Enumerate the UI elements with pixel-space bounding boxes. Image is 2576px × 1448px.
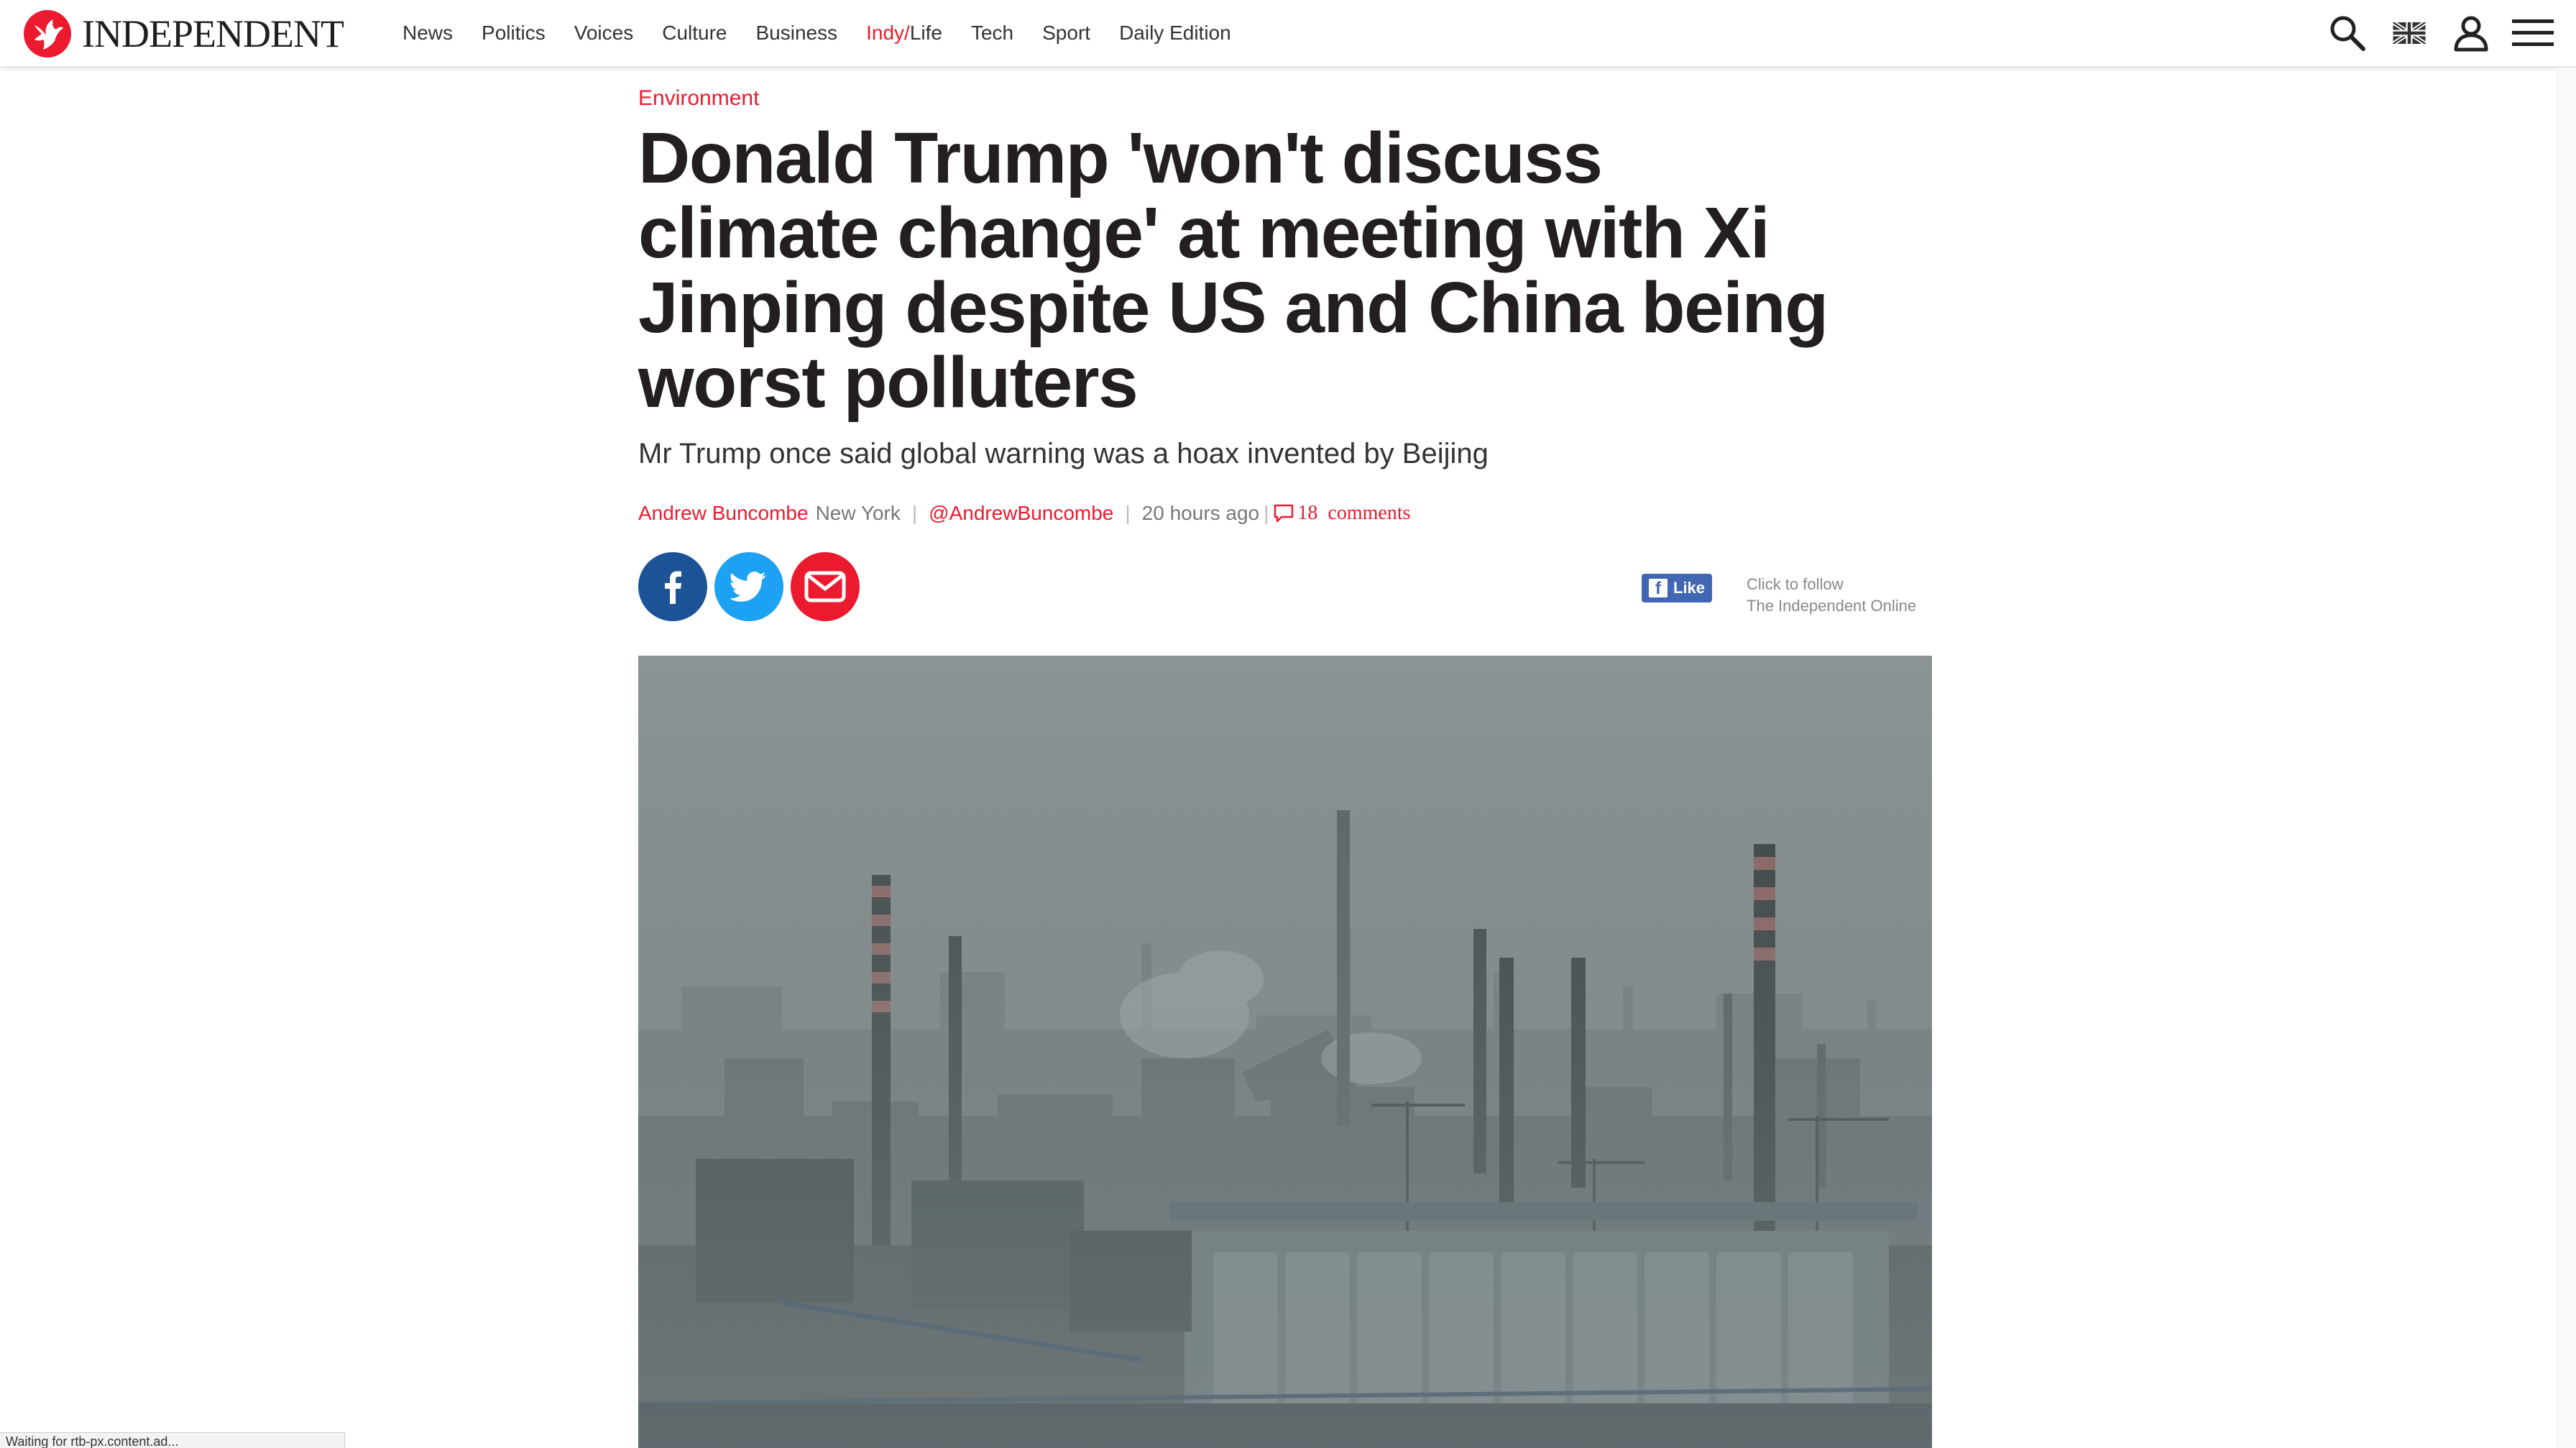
facebook-icon <box>665 571 681 604</box>
nav-item-business[interactable]: Business <box>755 22 837 45</box>
nav-item-indy-prefix: Indy/ <box>866 22 910 44</box>
hero-image[interactable] <box>638 656 1932 1448</box>
menu-icon <box>2512 19 2554 46</box>
page-scrollbar[interactable] <box>2557 68 2576 1448</box>
email-envelope-icon <box>804 571 846 602</box>
byline-divider: | <box>1264 502 1269 524</box>
twitter-bird-icon <box>730 572 766 602</box>
email-share-button[interactable] <box>791 552 860 621</box>
comments-label: comments <box>1328 502 1411 524</box>
smog-factory-image <box>638 656 1932 1448</box>
browser-status-bar: Waiting for rtb-px.content.ad... <box>0 1432 345 1448</box>
twitter-share-button[interactable] <box>714 552 783 621</box>
nav-item-culture[interactable]: Culture <box>662 22 727 45</box>
follow-text: Click to follow The Independent Online <box>1747 574 1916 617</box>
byline-divider: | <box>1125 502 1131 524</box>
nav-item-news[interactable]: News <box>402 22 453 45</box>
facebook-f-icon: f <box>1649 579 1668 597</box>
follow-line-1: Click to follow <box>1747 575 1844 593</box>
nav-item-politics[interactable]: Politics <box>482 22 546 45</box>
menu-button[interactable] <box>2510 10 2556 56</box>
section-label[interactable]: Environment <box>638 86 1932 111</box>
facebook-share-button[interactable] <box>638 552 707 621</box>
article-standfirst: Mr Trump once said global warning was a … <box>638 438 1489 469</box>
nav-item-sport[interactable]: Sport <box>1042 22 1090 45</box>
edition-button[interactable] <box>2386 10 2432 56</box>
header-tools <box>2309 10 2556 56</box>
eagle-logo-icon <box>24 10 71 58</box>
facebook-like-label: Like <box>1673 579 1706 597</box>
comment-bubble-icon <box>1274 504 1294 523</box>
nav-item-daily-edition[interactable]: Daily Edition <box>1119 22 1231 45</box>
nav-item-indy-life[interactable]: Indy/Life <box>866 22 942 45</box>
nav-item-tech[interactable]: Tech <box>971 22 1013 45</box>
byline: Andrew Buncombe New York | @AndrewBuncom… <box>638 499 1932 528</box>
follow-line-2: The Independent Online <box>1747 597 1917 615</box>
search-button[interactable] <box>2324 10 2370 56</box>
author-link[interactable]: Andrew Buncombe <box>638 502 809 525</box>
publish-time: 20 hours ago <box>1141 502 1260 524</box>
share-row: f Like Click to follow The Independent O… <box>638 552 1932 624</box>
facebook-follow-widget: f Like Click to follow The Independent O… <box>1642 574 1916 617</box>
author-twitter-link[interactable]: @AndrewBuncombe <box>929 502 1113 525</box>
comments-link[interactable]: 18 comments <box>1273 502 1411 525</box>
search-icon <box>2330 16 2365 51</box>
site-logo[interactable]: INDEPENDENT <box>23 9 344 59</box>
account-button[interactable] <box>2448 10 2494 56</box>
main-nav: News Politics Voices Culture Business In… <box>402 0 1260 66</box>
facebook-like-button[interactable]: f Like <box>1642 574 1713 602</box>
nav-item-life-suffix: Life <box>909 22 942 44</box>
byline-divider: | <box>911 502 918 524</box>
logo-wordmark: INDEPENDENT <box>82 12 344 55</box>
article-headline: Donald Trump 'won't discuss climate chan… <box>638 118 1828 423</box>
user-icon <box>2454 16 2488 52</box>
uk-flag-icon <box>2393 22 2426 44</box>
comments-count: 18 <box>1297 502 1318 524</box>
site-header: INDEPENDENT News Politics Voices Culture… <box>0 0 2576 68</box>
article: Environment Donald Trump 'won't discuss … <box>638 86 1932 624</box>
nav-item-voices[interactable]: Voices <box>574 22 634 45</box>
byline-location: New York <box>815 502 901 524</box>
